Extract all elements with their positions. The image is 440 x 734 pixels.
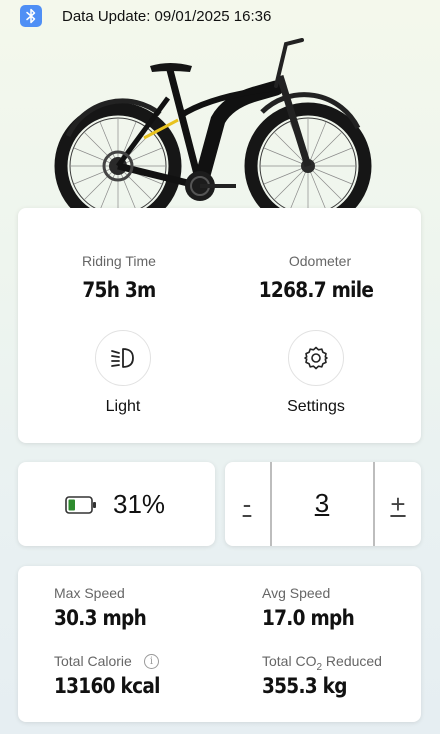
data-update-label: Data Update: 09/01/2025 16:36 (62, 8, 272, 25)
headlight-icon (111, 348, 134, 368)
gear-icon (304, 346, 328, 370)
assist-decrease-button[interactable]: - (227, 484, 267, 524)
odometer-label: Odometer (288, 253, 352, 269)
assist-level-card: - 3 + (225, 462, 421, 546)
ride-summary-card: Riding Time 75h 3m Odometer 1268.7 mile … (18, 208, 421, 443)
settings-label[interactable]: Settings (256, 398, 376, 416)
info-icon[interactable]: i (144, 654, 159, 669)
battery-percent: 31% (113, 489, 166, 519)
settings-button[interactable] (288, 330, 344, 386)
odometer-value: 1268.7 mile (258, 278, 374, 302)
riding-time-label: Riding Time (82, 253, 156, 269)
light-button[interactable] (95, 330, 151, 386)
assist-minus-label: - (242, 488, 252, 519)
co2-label-prefix: Total CO (262, 653, 317, 669)
bike-image (54, 38, 372, 216)
assist-divider-right (373, 462, 375, 546)
total-calorie-value: 13160 kcal (54, 674, 160, 698)
co2-reduced-value: 355.3 kg (262, 674, 347, 698)
top-bar: Data Update: 09/01/2025 16:36 (0, 0, 440, 34)
battery-level-fill (68, 499, 75, 511)
avg-speed-label: Avg Speed (262, 585, 331, 601)
co2-label-suffix: Reduced (322, 653, 382, 669)
battery-card: 31% (18, 462, 215, 546)
total-calorie-label: Total Calorie (54, 653, 132, 669)
max-speed-label: Max Speed (54, 585, 125, 601)
ride-stats-card: Max Speed 30.3 mph Avg Speed 17.0 mph To… (18, 566, 421, 722)
max-speed-value: 30.3 mph (54, 606, 147, 630)
battery-icon (65, 496, 96, 514)
assist-plus-label: + (390, 488, 406, 519)
avg-speed-value: 17.0 mph (262, 606, 355, 630)
bluetooth-icon[interactable] (20, 5, 42, 27)
assist-increase-button[interactable]: + (378, 484, 418, 524)
assist-level-value: 3 (314, 488, 330, 518)
co2-reduced-label: Total CO2 Reduced (262, 653, 382, 673)
light-label[interactable]: Light (63, 398, 183, 416)
assist-divider-left (270, 462, 272, 546)
riding-time-value: 75h 3m (82, 278, 156, 302)
